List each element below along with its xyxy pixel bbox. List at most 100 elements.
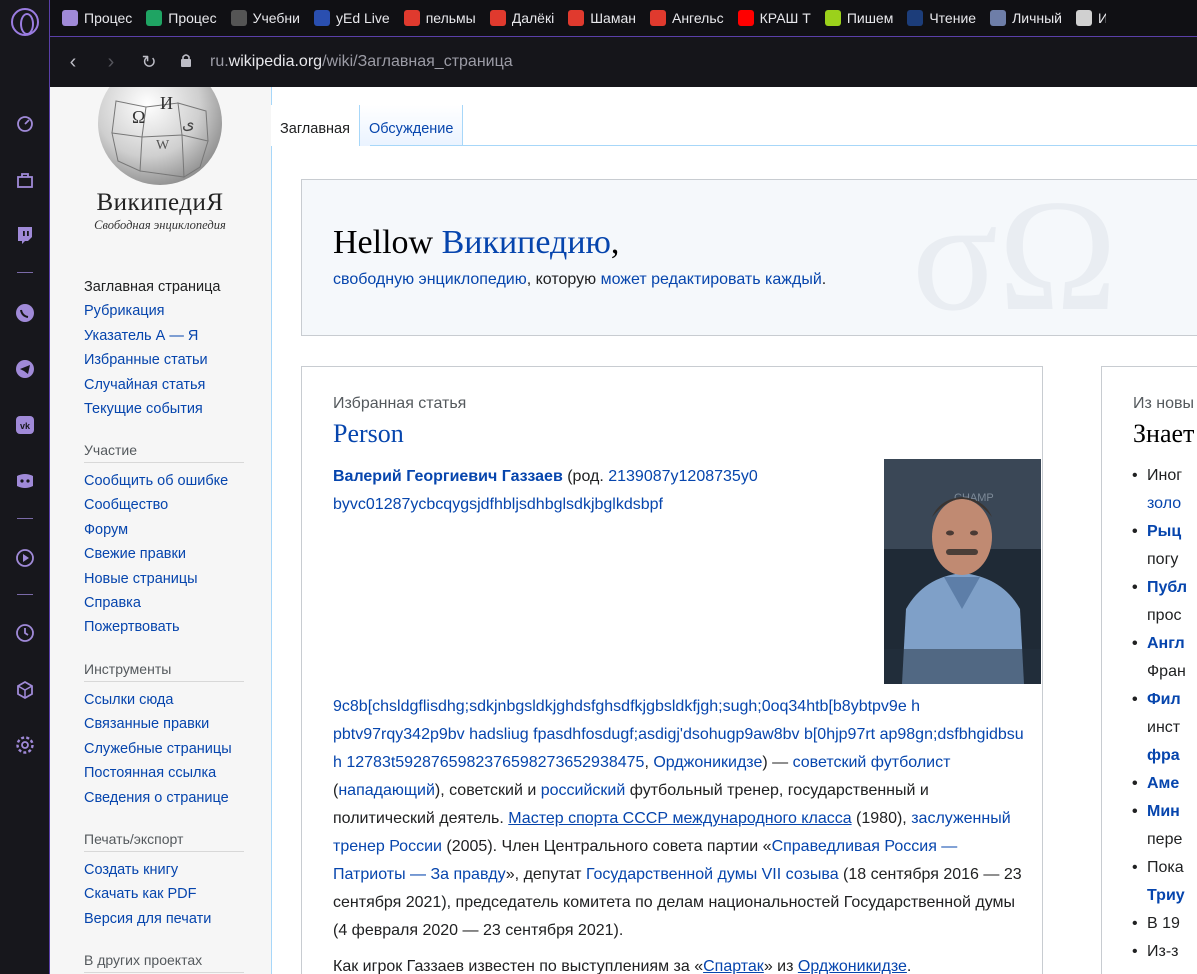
nav-main: Заглавная страница Рубрикация Указатель А … bbox=[84, 275, 244, 421]
extensions-cube-icon[interactable] bbox=[12, 677, 38, 703]
nav-link[interactable]: Ссылки сюда bbox=[84, 688, 244, 712]
news-item[interactable]: Англ bbox=[1132, 630, 1197, 658]
featured-title[interactable]: Person bbox=[333, 419, 404, 449]
welcome-banner: σΩ Hellow Википедию, свободную энциклопе… bbox=[301, 179, 1197, 336]
bookmark-item[interactable]: Пишем bbox=[824, 0, 894, 37]
bookmark-label: Чтение bbox=[929, 10, 977, 26]
nav-link[interactable]: Сообщить об ошибке bbox=[84, 469, 244, 493]
nav-link[interactable]: Пожертвовать bbox=[84, 615, 244, 639]
tab-discussion[interactable]: Обсуждение bbox=[359, 105, 464, 146]
news-item: пере bbox=[1147, 831, 1183, 848]
nav-link[interactable]: Текущие события bbox=[84, 397, 244, 421]
bookmark-item[interactable]: Процес bbox=[62, 0, 132, 37]
bookmark-item[interactable]: Личный bbox=[990, 0, 1062, 37]
bookmark-item[interactable]: КРАШ Т bbox=[737, 0, 811, 37]
bookmark-item[interactable]: И bbox=[1075, 0, 1106, 37]
settings-gear-icon[interactable] bbox=[12, 732, 38, 758]
player-icon[interactable] bbox=[12, 545, 38, 571]
nav-link[interactable]: Новые страницы bbox=[84, 567, 244, 591]
id-icon bbox=[990, 10, 1007, 26]
twitch-icon[interactable] bbox=[12, 222, 38, 248]
featured-photo[interactable]: CHAMP bbox=[884, 459, 1041, 684]
whatsapp-icon[interactable] bbox=[12, 300, 38, 326]
news-item[interactable]: фра bbox=[1147, 742, 1197, 770]
russian-link[interactable]: российский bbox=[541, 782, 626, 799]
nav-link[interactable]: Справка bbox=[84, 591, 244, 615]
nav-heading-tools: Инструменты bbox=[84, 661, 244, 682]
nav-link[interactable]: Форум bbox=[84, 518, 244, 542]
nav-link[interactable]: Рубрикация bbox=[84, 299, 244, 323]
nav-print: Печать/экспорт Создать книгу Скачать как … bbox=[84, 831, 244, 931]
nav-link[interactable]: Сведения о странице bbox=[84, 786, 244, 810]
history-icon[interactable] bbox=[12, 620, 38, 646]
news-item[interactable]: Триу bbox=[1147, 882, 1197, 910]
rail-divider bbox=[17, 518, 33, 519]
nav-link[interactable]: Версия для печати bbox=[84, 907, 244, 931]
svg-text:Ω: Ω bbox=[132, 107, 145, 127]
wikipedia-globe-logo[interactable]: Ω И ی W bbox=[96, 87, 224, 189]
nav-link[interactable]: Создать книгу bbox=[84, 858, 244, 882]
nav-heading-participation: Участие bbox=[84, 442, 244, 463]
news-item[interactable]: Публ bbox=[1132, 574, 1197, 602]
news-item: инст bbox=[1147, 719, 1181, 736]
free-encyclopedia-link[interactable]: свободную энциклопедию bbox=[333, 271, 527, 288]
svg-text:И: И bbox=[160, 93, 173, 113]
opera-logo-icon[interactable] bbox=[11, 8, 39, 36]
vk-icon[interactable]: vk bbox=[12, 412, 38, 438]
forward-link[interactable]: нападающий bbox=[338, 782, 435, 799]
ordzhonikidze-link-2[interactable]: Орджоникидзе bbox=[798, 958, 907, 974]
browser-sidebar: vk bbox=[0, 0, 50, 974]
back-arrow-icon[interactable]: ‹ bbox=[58, 47, 88, 77]
bookmark-item[interactable]: yEd Live bbox=[313, 0, 390, 37]
url-prefix: ru. bbox=[210, 53, 229, 70]
bag-icon[interactable] bbox=[12, 167, 38, 193]
bookmark-item[interactable]: Процес bbox=[146, 0, 217, 37]
bookmark-item[interactable]: Ангельс bbox=[649, 0, 724, 37]
nav-link[interactable]: Сообщество bbox=[84, 493, 244, 517]
forward-arrow-icon[interactable]: › bbox=[96, 47, 126, 77]
news-item[interactable]: Аме bbox=[1132, 770, 1197, 798]
welcome-comma: , bbox=[610, 224, 620, 261]
featured-name-link[interactable]: Валерий Георгиевич Газзаев bbox=[333, 468, 563, 485]
state-duma-link[interactable]: Государственной думы VII созыва bbox=[586, 866, 839, 883]
bookmark-label: Пишем bbox=[846, 10, 894, 26]
master-of-sport-link[interactable]: Мастер спорта СССР международного класса bbox=[508, 810, 851, 827]
nav-link[interactable]: Постоянная ссылка bbox=[84, 761, 244, 785]
soviet-footballer-link[interactable]: советский футболист bbox=[793, 754, 951, 771]
reload-icon[interactable]: ↻ bbox=[134, 47, 164, 77]
nav-link[interactable]: Избранные статьи bbox=[84, 348, 244, 372]
news-item[interactable]: Фил bbox=[1132, 686, 1197, 714]
news-item: Иног bbox=[1132, 462, 1197, 490]
spartak-link[interactable]: Спартак bbox=[703, 958, 764, 974]
discord-icon[interactable] bbox=[12, 468, 38, 494]
nav-link[interactable]: Свежие правки bbox=[84, 542, 244, 566]
lock-icon[interactable] bbox=[180, 53, 192, 71]
telegram-icon[interactable] bbox=[12, 356, 38, 382]
anyone-can-edit-link[interactable]: может редактировать каждый bbox=[601, 271, 822, 288]
rail-divider bbox=[17, 272, 33, 273]
welcome-wikipedia-link[interactable]: Википедию bbox=[442, 224, 611, 261]
bookmark-item[interactable]: Шаман bbox=[568, 0, 636, 37]
nav-link[interactable]: Связанные правки bbox=[84, 712, 244, 736]
url-field[interactable]: ru.wikipedia.org/wiki/Заглавная_страница bbox=[210, 53, 513, 71]
ordzhonikidze-link[interactable]: Орджоникидзе bbox=[653, 754, 762, 771]
bookmark-item[interactable]: Чтение bbox=[907, 0, 976, 37]
news-box: Из новы Знает ИногзолоРыц погу Публ прос Анг… bbox=[1101, 366, 1197, 974]
nav-link[interactable]: Заглавная страница bbox=[84, 275, 244, 299]
nav-link[interactable]: Скачать как PDF bbox=[84, 882, 244, 906]
nav-link[interactable]: Случайная статья bbox=[84, 373, 244, 397]
bookmark-item[interactable]: Учебни bbox=[230, 0, 300, 37]
tab-main-page[interactable]: Заглавная bbox=[271, 105, 360, 146]
news-item[interactable]: Мин bbox=[1132, 798, 1197, 826]
bookmark-label: Процес bbox=[168, 10, 217, 26]
news-item[interactable]: золо bbox=[1147, 490, 1197, 518]
speed-dial-icon[interactable] bbox=[12, 110, 38, 136]
circle-icon bbox=[824, 10, 841, 26]
welcome-subtitle: свободную энциклопедию, которую может ре… bbox=[333, 271, 826, 289]
bookmark-item[interactable]: Далёкі bbox=[489, 0, 555, 37]
bookmark-label: Далёкі bbox=[511, 10, 555, 26]
news-item[interactable]: Рыц bbox=[1132, 518, 1197, 546]
nav-link[interactable]: Служебные страницы bbox=[84, 737, 244, 761]
bookmark-item[interactable]: пельмы bbox=[403, 0, 476, 37]
nav-link[interactable]: Указатель А — Я bbox=[84, 324, 244, 348]
